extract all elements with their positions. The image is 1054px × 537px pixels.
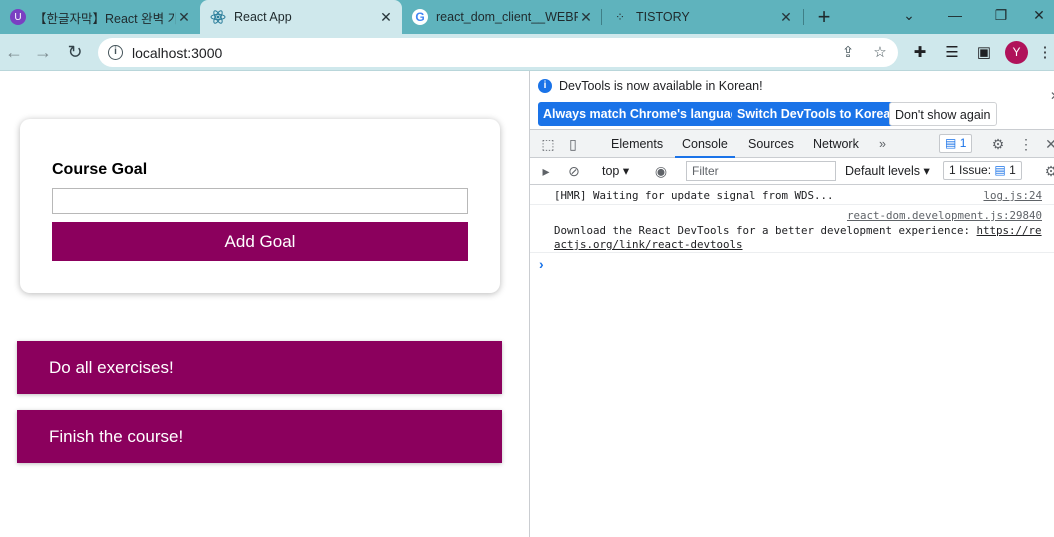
more-tabs-chevron-icon[interactable]: » — [879, 130, 886, 158]
goal-item[interactable]: Do all exercises! — [17, 341, 502, 394]
site-info-icon[interactable]: i — [108, 45, 123, 60]
messages-count: 1 — [959, 136, 967, 150]
forward-arrow-icon[interactable]: → — [31, 40, 55, 64]
log-text-block: Download the React DevTools for a better… — [554, 224, 1044, 252]
new-tab-button[interactable]: + — [812, 4, 836, 30]
settings-gear-icon[interactable]: ⚙ — [989, 135, 1007, 153]
switch-to-korean-button[interactable]: Switch DevTools to Korean — [732, 102, 903, 126]
close-icon[interactable]: ✕ — [778, 9, 794, 26]
tistory-icon: ⁘ — [614, 10, 626, 24]
browser-tab-tistory[interactable]: ⁘ TISTORY ✕ — [602, 0, 802, 34]
message-icon: ▤ — [945, 136, 957, 150]
tab-strip: U 【한글자막】React 완벽 가 ✕ React App ✕ G react… — [0, 0, 1054, 34]
tab-title: react_dom_client__WEBPACK — [436, 10, 578, 24]
add-goal-button[interactable]: Add Goal — [52, 222, 468, 261]
tab-network[interactable]: Network — [813, 130, 859, 158]
inspect-element-icon[interactable]: ⬚ — [539, 135, 557, 153]
device-toolbar-icon[interactable]: ▯ — [564, 135, 582, 153]
info-icon: i — [538, 79, 552, 93]
dont-show-again-button[interactable]: Don't show again — [889, 102, 997, 126]
close-icon[interactable]: ✕ — [578, 9, 594, 26]
browser-tab-react-app[interactable]: React App ✕ — [200, 0, 402, 34]
browser-toolbar: ← → ↻ i localhost:3000 ⇪ ☆ ✚ ☰ ▣ Y ⋮ — [0, 34, 1054, 71]
console-filter-input[interactable]: Filter — [686, 161, 836, 181]
log-source-link[interactable]: log.js:24 — [983, 189, 1042, 202]
extensions-puzzle-icon[interactable]: ✚ — [909, 42, 931, 64]
messages-badge[interactable]: ▤ 1 — [939, 134, 973, 153]
web-page: Course Goal Add Goal Do all exercises! F… — [0, 71, 529, 537]
browser-tab-react-dom[interactable]: G react_dom_client__WEBPACK ✕ — [402, 0, 602, 34]
browser-tab-udemy[interactable]: U 【한글자막】React 완벽 가 ✕ — [0, 0, 200, 34]
reload-icon[interactable]: ↻ — [63, 40, 87, 64]
devtools-panel: i DevTools is now available in Korean! A… — [529, 71, 1054, 537]
goal-form-card: Course Goal Add Goal — [20, 119, 500, 293]
bookmark-star-icon[interactable]: ☆ — [870, 43, 890, 63]
course-goal-input[interactable] — [52, 188, 468, 214]
tab-console[interactable]: Console — [675, 130, 735, 158]
log-text: Download the React DevTools for a better… — [554, 224, 971, 237]
window-close-button[interactable]: ✕ — [1024, 0, 1054, 34]
infobar-close-icon[interactable]: ✕ — [1050, 89, 1054, 103]
tab-divider — [803, 9, 804, 25]
tab-search-chevron-icon[interactable]: ⌄ — [886, 0, 932, 34]
infobar-message: DevTools is now available in Korean! — [559, 79, 763, 93]
console-settings-icon[interactable]: ⚙ — [1042, 162, 1054, 180]
close-icon[interactable]: ✕ — [176, 9, 192, 26]
log-text: [HMR] Waiting for update signal from WDS… — [554, 189, 834, 202]
maximize-button[interactable]: ❐ — [978, 0, 1024, 34]
more-menu-icon[interactable]: ⋮ — [1034, 42, 1054, 64]
profile-avatar[interactable]: Y — [1005, 41, 1028, 64]
live-expression-eye-icon[interactable]: ◉ — [652, 162, 670, 180]
media-playlist-icon[interactable]: ☰ — [941, 42, 963, 64]
tab-elements[interactable]: Elements — [611, 130, 663, 158]
console-log-entry: react-dom.development.js:29840 Download … — [530, 205, 1054, 253]
course-goal-label: Course Goal — [52, 161, 148, 178]
side-panel-icon[interactable]: ▣ — [973, 42, 995, 64]
google-icon: G — [412, 9, 428, 25]
devtools-tab-bar: ⬚ ▯ Elements Console Sources Network » ▤… — [530, 129, 1054, 158]
devtools-close-icon[interactable]: ✕ — [1042, 135, 1054, 153]
back-arrow-icon[interactable]: ← — [2, 40, 26, 64]
console-toolbar: ▸ ⊘ top ▾ ◉ Filter Default levels ▾ 1 Is… — [530, 158, 1054, 185]
minimize-button[interactable]: — — [932, 0, 978, 34]
udemy-icon: U — [10, 9, 26, 25]
address-bar[interactable]: i localhost:3000 ⇪ ☆ — [98, 38, 898, 67]
log-source-link[interactable]: react-dom.development.js:29840 — [847, 209, 1042, 222]
context-selector[interactable]: top ▾ — [602, 163, 629, 178]
share-icon[interactable]: ⇪ — [838, 43, 858, 63]
console-prompt-chevron-icon[interactable]: › — [539, 256, 544, 272]
match-language-button[interactable]: Always match Chrome's language — [538, 102, 751, 126]
tab-sources[interactable]: Sources — [748, 130, 794, 158]
tab-title: React App — [234, 10, 292, 24]
url-text: localhost:3000 — [132, 45, 223, 61]
log-levels-dropdown[interactable]: Default levels ▾ — [845, 163, 930, 178]
issues-count: 1 — [1009, 163, 1016, 177]
clear-console-icon[interactable]: ⊘ — [565, 162, 583, 180]
devtools-more-icon[interactable]: ⋮ — [1017, 135, 1035, 153]
tab-title: 【한글자막】React 완벽 가 — [34, 11, 176, 26]
devtools-infobar: i DevTools is now available in Korean! A… — [530, 71, 1054, 129]
close-icon[interactable]: ✕ — [378, 9, 394, 26]
issues-badge[interactable]: 1 Issue: ▤ 1 — [943, 161, 1022, 180]
tab-title: TISTORY — [636, 10, 690, 24]
goal-item[interactable]: Finish the course! — [17, 410, 502, 463]
console-log-entry: [HMR] Waiting for update signal from WDS… — [530, 185, 1054, 205]
sidebar-toggle-icon[interactable]: ▸ — [537, 162, 555, 180]
react-icon — [210, 9, 226, 25]
